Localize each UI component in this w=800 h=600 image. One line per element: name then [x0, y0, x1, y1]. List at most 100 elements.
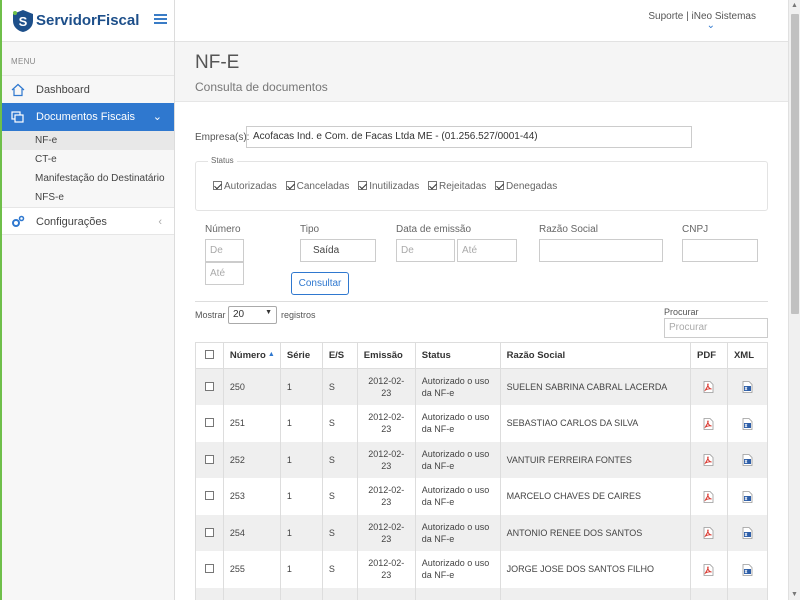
cell-numero: 253 — [222, 478, 281, 515]
search-input[interactable]: Procurar — [664, 318, 768, 338]
pdf-icon[interactable] — [703, 563, 714, 576]
header-es[interactable]: E/S — [321, 342, 358, 369]
sidebar-subitem-manifestacao[interactable]: Manifestação do Destinatário — [2, 169, 174, 188]
scroll-down-icon[interactable]: ▼ — [791, 591, 798, 598]
pdf-icon[interactable] — [703, 490, 714, 503]
status-denegadas[interactable]: Denegadas — [495, 181, 557, 192]
table-row[interactable]: 251 1 S 2012-02-23 Autorizado o uso da NF-e SE… — [195, 405, 769, 442]
cell-emissao — [356, 587, 416, 600]
sidebar-item-configuracoes[interactable]: Configurações ‹ — [2, 207, 174, 235]
cell-status: Autorizado o uso da NF-e — [414, 405, 501, 442]
cell-xml — [726, 441, 769, 478]
status-inutilizadas[interactable]: Inutilizadas — [358, 181, 419, 192]
checkbox[interactable] — [428, 181, 437, 190]
cnpj-input[interactable] — [682, 239, 758, 262]
pdf-icon[interactable] — [703, 417, 714, 430]
header-status[interactable]: Status — [414, 342, 501, 369]
gears-icon — [12, 215, 25, 227]
header-emissao[interactable]: Emissão — [356, 342, 416, 369]
consultar-button[interactable]: Consultar — [291, 272, 349, 295]
status-rejeitadas[interactable]: Rejeitadas — [428, 181, 486, 192]
status-line2: da NF-e — [421, 424, 455, 435]
sidebar-item-documentos-fiscais[interactable]: Documentos Fiscais ⌄ — [2, 103, 174, 131]
numero-de-input[interactable]: De — [205, 239, 244, 262]
table-row[interactable]: 255 1 S 2012-02-23 Autorizado o uso da NF-e JO… — [195, 551, 769, 588]
cell-status: Autorizado o uso da NF-e — [414, 441, 501, 478]
header-serie[interactable]: Série — [279, 342, 323, 369]
scroll-thumb[interactable] — [791, 14, 799, 314]
checkbox[interactable] — [495, 181, 505, 190]
sidebar-subitem-nfe[interactable]: NF-e — [2, 131, 174, 150]
row-checkbox[interactable] — [204, 454, 214, 464]
documents-icon — [11, 111, 24, 123]
tipo-select[interactable]: Saída — [300, 239, 376, 262]
brand-name-part1: Servidor — [36, 12, 97, 29]
checkbox-label: Canceladas — [296, 181, 350, 192]
row-checkbox[interactable] — [204, 564, 214, 574]
chevron-down-icon[interactable]: ⌄ — [707, 20, 715, 31]
numero-ate-input[interactable]: Até — [205, 262, 244, 285]
status-autorizadas[interactable]: Autorizadas — [213, 181, 277, 192]
table-row[interactable]: 254 1 S 2012-02-23 Autorizado o uso da NF-e AN… — [195, 514, 769, 551]
cell-serie — [279, 587, 323, 600]
header-numero[interactable]: Número ▲ — [222, 342, 281, 369]
data-ate-input[interactable]: Até — [457, 239, 517, 262]
header-label: Emissão — [363, 350, 403, 361]
header-label: E/S — [328, 350, 345, 361]
scrollbar[interactable]: ▲ ▼ — [788, 0, 800, 600]
servidor-fiscal-logo[interactable]: S — [11, 9, 35, 33]
row-checkbox — [195, 551, 224, 588]
checkbox[interactable] — [213, 181, 222, 190]
header-razao-social[interactable]: Razão Social — [499, 342, 692, 369]
checkbox[interactable] — [358, 181, 368, 190]
header-label: Razão Social — [506, 350, 566, 361]
row-checkbox[interactable] — [204, 527, 214, 537]
xml-icon[interactable] — [742, 381, 753, 394]
xml-icon[interactable] — [742, 563, 753, 576]
hamburger-menu-icon[interactable] — [154, 14, 167, 25]
header-xml: XML — [726, 342, 769, 369]
scroll-up-icon[interactable]: ▲ — [791, 2, 798, 9]
row-checkbox[interactable] — [204, 491, 214, 501]
table-row[interactable]: 252 1 S 2012-02-23 Autorizado o uso da NF-e VA… — [195, 441, 769, 478]
status-line1: Autorizado o uso — [421, 558, 490, 569]
cell-pdf — [690, 478, 728, 515]
top-bar: Suporte | iNeo Sistemas ⌄ — [175, 0, 788, 42]
table-row[interactable]: 253 1 S 2012-02-23 Autorizado o uso da NF-e MA… — [195, 478, 769, 515]
cell-razao-social — [499, 587, 692, 600]
razao-social-input[interactable] — [539, 239, 663, 262]
documents-table: Número ▲ Série E/S Emissão Status Razão S… — [195, 342, 769, 600]
row-checkbox — [195, 368, 224, 405]
page-size-select[interactable]: 20 ▼ — [228, 306, 277, 324]
xml-icon[interactable] — [742, 417, 753, 430]
procurar-label: Procurar — [664, 307, 699, 317]
checkbox[interactable] — [285, 181, 295, 190]
xml-icon[interactable] — [742, 527, 753, 539]
pdf-icon[interactable] — [703, 454, 714, 466]
select-all-header[interactable] — [195, 342, 224, 369]
brand-name[interactable]: ServidorFiscal — [36, 12, 139, 29]
cell-emissao: 2012-02-23 — [356, 405, 416, 442]
select-all-checkbox[interactable] — [204, 350, 214, 359]
cell-numero — [222, 587, 281, 600]
empresa-select[interactable]: Acofacas Ind. e Com. de Facas Ltda ME - … — [246, 126, 692, 148]
row-checkbox[interactable] — [204, 418, 214, 428]
data-de-input[interactable]: De — [396, 239, 455, 262]
sidebar-subitem-cte[interactable]: CT-e — [2, 150, 174, 169]
support-link[interactable]: Suporte | iNeo Sistemas — [648, 11, 756, 22]
pdf-icon[interactable] — [703, 527, 714, 539]
sidebar-item-dashboard[interactable]: Dashboard — [2, 75, 174, 103]
cell-razao-social: SUELEN SABRINA CABRAL LACERDA — [499, 368, 692, 405]
xml-icon[interactable] — [742, 490, 753, 503]
table-row[interactable]: Autorizado o uso — [195, 587, 769, 600]
registros-label: registros — [281, 310, 316, 320]
sidebar-subitem-nfse[interactable]: NFS-e — [2, 188, 174, 207]
cell-emissao: 2012-02-23 — [356, 478, 416, 515]
chevron-down-icon: ⌄ — [152, 111, 162, 123]
xml-icon[interactable] — [742, 454, 753, 466]
row-checkbox[interactable] — [204, 382, 214, 391]
status-canceladas[interactable]: Canceladas — [285, 181, 350, 192]
page-size-value: 20 — [233, 309, 245, 320]
pdf-icon[interactable] — [703, 381, 714, 394]
table-row[interactable]: 250 1 S 2012-02-23 Autorizado o uso da NF-e SU… — [195, 368, 769, 405]
